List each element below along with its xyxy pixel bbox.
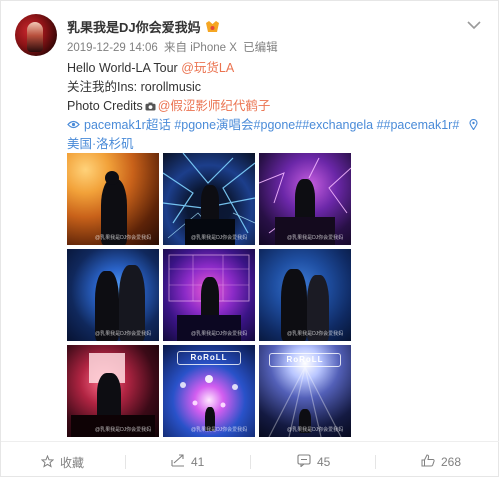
post-text-hello: Hello World-LA Tour xyxy=(67,61,182,75)
like-button[interactable]: 268 xyxy=(421,454,461,470)
post-actions-bar: 收藏 41 45 268 xyxy=(1,442,499,477)
weibo-post-card: 乳果我是DJ你会爱我妈 2019-12-29 14:06 来自 iPhone X… xyxy=(0,0,499,477)
star-icon xyxy=(40,454,60,471)
comment-count: 45 xyxy=(317,455,331,469)
repost-button[interactable]: 41 xyxy=(171,454,204,470)
post-meta: 2019-12-29 14:06 来自 iPhone X 已编辑 xyxy=(67,39,281,55)
photo-thumbnail-5[interactable]: @乳果我是DJ你会爱我妈 xyxy=(163,249,255,341)
action-separator xyxy=(375,455,376,469)
like-count: 268 xyxy=(441,455,462,469)
post-text-line-4: pacemak1r超话 #pgone演唱会#pgone##exchangela … xyxy=(67,116,487,135)
photo-watermark: @乳果我是DJ你会爱我妈 xyxy=(191,427,248,433)
favorite-label: 收藏 xyxy=(60,456,85,470)
post-date[interactable]: 2019-12-29 14:06 xyxy=(67,42,158,54)
post-source: 来自 iPhone X xyxy=(164,42,237,54)
post-text-line-2: 关注我的Ins: rorollmusic xyxy=(67,80,202,94)
chevron-down-icon[interactable] xyxy=(466,19,482,31)
photo-watermark: @乳果我是DJ你会爱我妈 xyxy=(287,235,344,241)
favorite-button[interactable]: 收藏 xyxy=(40,454,85,471)
post-text-line-3: Photo Credits @假涩影师纪代鹤子 xyxy=(67,97,487,116)
camera-icon xyxy=(145,98,156,117)
topic-link-pgone-concert[interactable]: #pgone演唱会# xyxy=(174,118,260,132)
photo-watermark: @乳果我是DJ你会爱我妈 xyxy=(95,427,152,433)
photo-thumbnail-3[interactable]: @乳果我是DJ你会爱我妈 xyxy=(259,153,351,245)
photo-thumbnail-1[interactable]: @乳果我是DJ你会爱我妈 xyxy=(67,153,159,245)
photo-thumbnail-8[interactable]: RoRoLL @乳果我是DJ你会爱我妈 xyxy=(163,345,255,437)
photo-thumbnail-6[interactable]: @乳果我是DJ你会爱我妈 xyxy=(259,249,351,341)
username[interactable]: 乳果我是DJ你会爱我妈 xyxy=(67,17,220,36)
photo-watermark: @乳果我是DJ你会爱我妈 xyxy=(95,235,152,241)
photographer-mention-link[interactable]: @假涩影师纪代鹤子 xyxy=(158,99,271,113)
post-text: Hello World-LA Tour @玩货LA 关注我的Ins: rorol… xyxy=(67,59,487,154)
photo-thumbnail-2[interactable]: @乳果我是DJ你会爱我妈 xyxy=(163,153,255,245)
mention-link[interactable]: @玩货LA xyxy=(181,61,234,75)
photo-credits-label: Photo Credits xyxy=(67,99,143,113)
topic-link-pacemak1r[interactable]: pgone##exchangela ##pacemak1r# xyxy=(261,118,460,132)
location-icon xyxy=(463,118,478,132)
location-link[interactable]: 美国·洛杉矶 xyxy=(67,135,487,154)
comment-icon xyxy=(297,454,317,470)
thumbs-up-icon xyxy=(421,454,441,470)
photo-watermark: @乳果我是DJ你会爱我妈 xyxy=(191,331,248,337)
super-topic-icon xyxy=(67,118,84,132)
vip-badge-icon xyxy=(205,21,220,33)
action-separator xyxy=(250,455,251,469)
photo-watermark: @乳果我是DJ你会爱我妈 xyxy=(287,331,344,337)
super-topic-link[interactable]: pacemak1r超话 xyxy=(84,118,171,132)
photo-watermark: @乳果我是DJ你会爱我妈 xyxy=(287,427,344,433)
photo-watermark: @乳果我是DJ你会爱我妈 xyxy=(191,235,248,241)
comment-button[interactable]: 45 xyxy=(297,454,330,470)
photo-watermark: @乳果我是DJ你会爱我妈 xyxy=(95,331,152,337)
avatar[interactable] xyxy=(15,14,57,56)
photo-thumbnail-4[interactable]: @乳果我是DJ你会爱我妈 xyxy=(67,249,159,341)
edited-label[interactable]: 已编辑 xyxy=(243,42,278,54)
action-separator xyxy=(125,455,126,469)
post-text-line-1: Hello World-LA Tour @玩货LA xyxy=(67,59,487,78)
repost-count: 41 xyxy=(191,455,205,469)
photo-thumbnail-9[interactable]: RoRoLL @乳果我是DJ你会爱我妈 xyxy=(259,345,351,437)
username-text[interactable]: 乳果我是DJ你会爱我妈 xyxy=(67,20,201,35)
photo-thumbnail-7[interactable]: @乳果我是DJ你会爱我妈 xyxy=(67,345,159,437)
repost-icon xyxy=(171,454,191,470)
